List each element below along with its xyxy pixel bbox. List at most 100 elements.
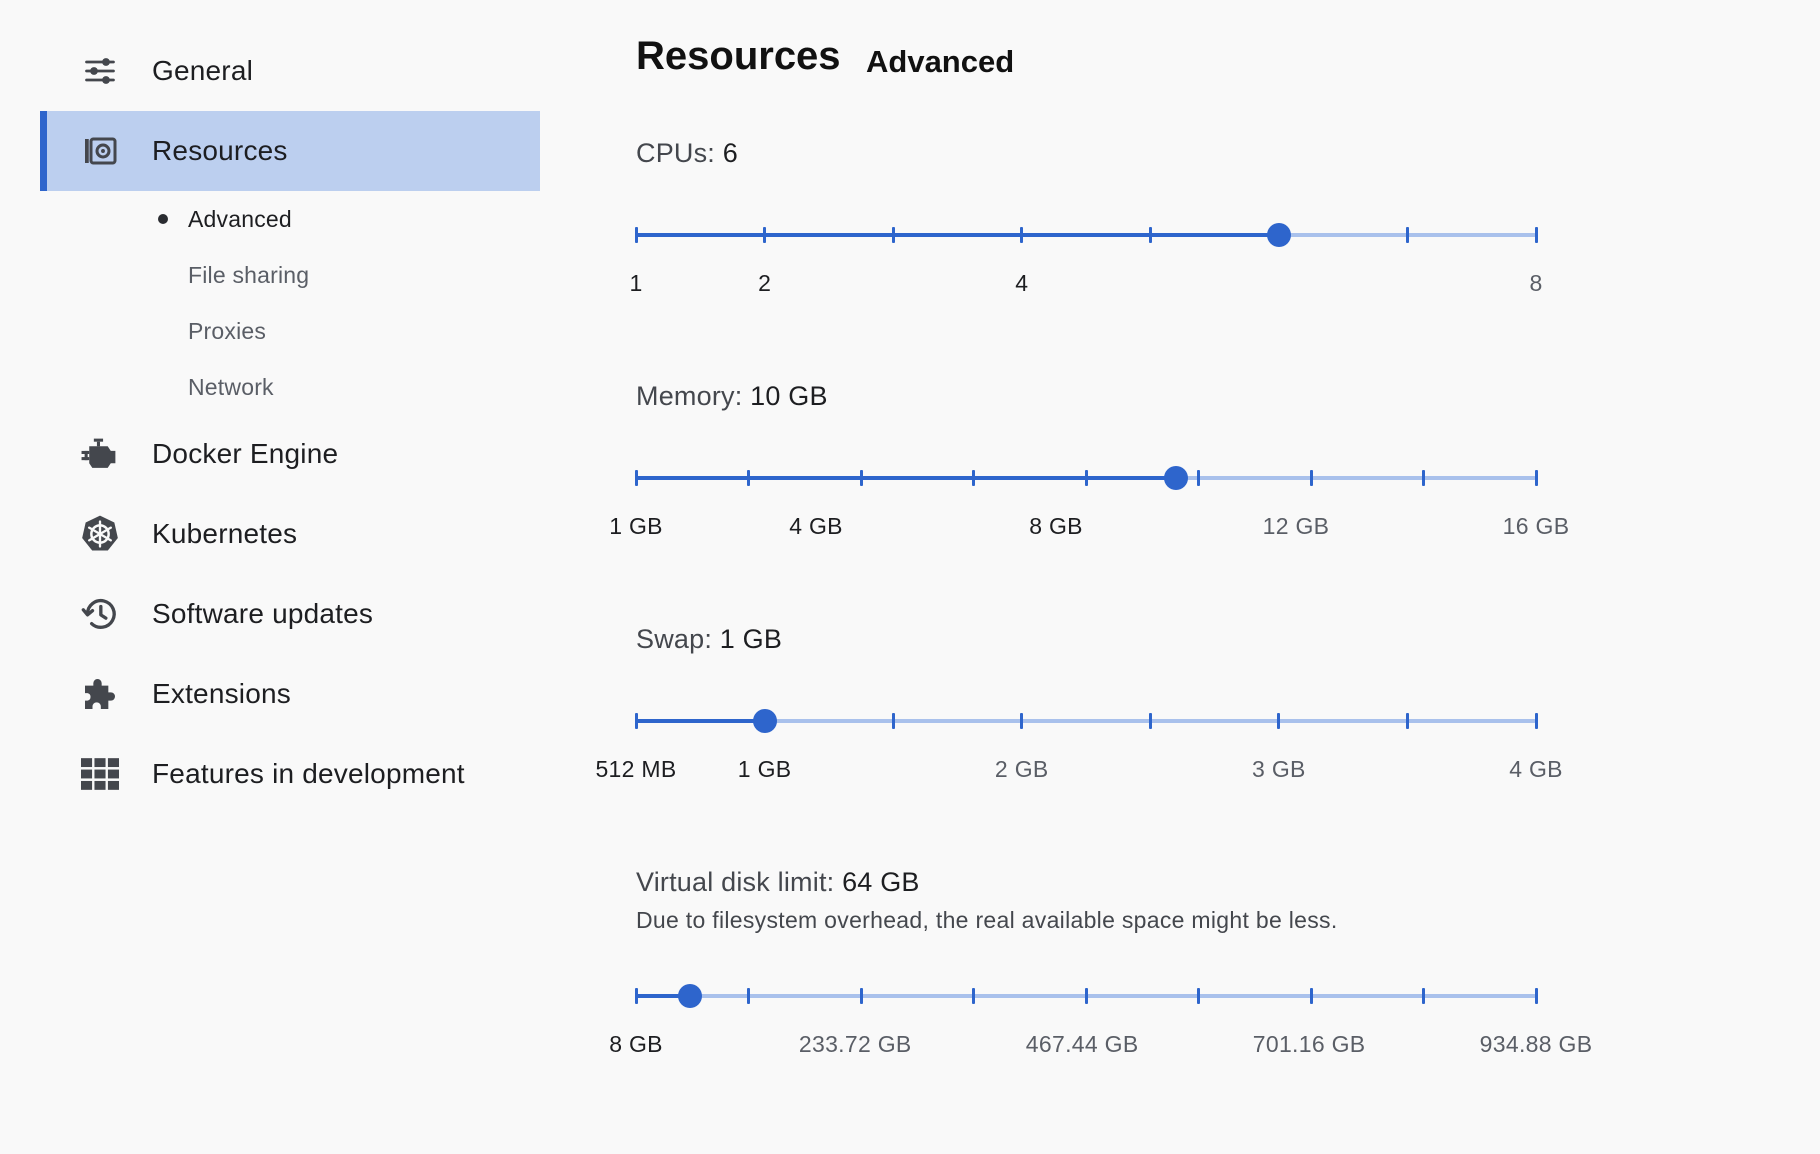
disk-label-text: Virtual disk limit: xyxy=(636,867,835,897)
swap-label-text: Swap: xyxy=(636,624,713,654)
disk-slider[interactable] xyxy=(634,977,1538,1017)
sidebar-subitem-network[interactable]: Network xyxy=(188,367,274,407)
puzzle-icon xyxy=(80,674,120,714)
slider-tick-label: 1 GB xyxy=(737,756,792,782)
slider-tick-label: 8 GB xyxy=(609,1031,663,1057)
cpus-slider[interactable] xyxy=(634,216,1538,256)
cpus-value: 6 xyxy=(722,138,738,168)
sidebar-item-resources[interactable]: Resources xyxy=(40,111,540,191)
slider-tick xyxy=(891,713,895,729)
slider-thumb[interactable] xyxy=(678,984,702,1008)
slider-tick-label: 12 GB xyxy=(1262,513,1330,539)
memory-tick-labels: 1 GB 4 GB 8 GB 12 GB 16 GB xyxy=(609,513,1569,543)
slider-tick-label: 2 xyxy=(758,270,772,296)
slider-tick-label: 8 GB xyxy=(1029,513,1083,539)
slider-tick-label: 4 GB xyxy=(1509,756,1563,782)
slider-tick xyxy=(1534,988,1538,1004)
disk-note: Due to filesystem overhead, the real ava… xyxy=(636,907,1338,933)
slider-tick xyxy=(1309,988,1313,1004)
sidebar: General Resources Advanced File sharing … xyxy=(0,0,560,1154)
memory-label-text: Memory: xyxy=(636,381,743,411)
slider-tick xyxy=(1534,227,1538,243)
resources-icon xyxy=(80,131,120,171)
slider-tick xyxy=(1020,713,1024,729)
sidebar-item-label: Resources xyxy=(152,135,288,166)
slider-tick xyxy=(1422,470,1425,486)
slider-tick xyxy=(1309,470,1313,486)
slider-tick xyxy=(859,988,863,1004)
active-subitem-bullet xyxy=(158,214,168,224)
sidebar-item-label: Docker Engine xyxy=(152,438,339,469)
memory-slider[interactable] xyxy=(634,459,1538,499)
slider-tick xyxy=(634,470,638,486)
slider-tick xyxy=(1277,713,1281,729)
sidebar-subitem-advanced[interactable]: Advanced xyxy=(188,199,292,239)
memory-label: Memory: 10 GB xyxy=(636,381,828,412)
slider-thumb[interactable] xyxy=(1164,466,1188,490)
slider-tick xyxy=(747,988,750,1004)
slider-tick xyxy=(972,470,975,486)
swap-value: 1 GB xyxy=(719,624,783,654)
sidebar-item-software-updates[interactable]: Software updates xyxy=(40,574,540,654)
sidebar-subitem-file-sharing[interactable]: File sharing xyxy=(188,255,309,295)
slider-tick xyxy=(972,988,975,1004)
slider-tick-label: 233.72 GB xyxy=(798,1031,912,1057)
slider-tick xyxy=(1084,988,1088,1004)
slider-fill xyxy=(636,476,1176,480)
slider-tick xyxy=(1534,713,1538,729)
slider-tick xyxy=(634,988,638,1004)
slider-tick xyxy=(1405,227,1409,243)
slider-tick xyxy=(891,227,895,243)
sliders-icon xyxy=(80,51,120,91)
engine-icon xyxy=(80,434,120,474)
slider-fill xyxy=(636,719,765,723)
page-subtitle: Advanced xyxy=(866,44,1015,79)
page-title: Resources xyxy=(636,34,841,78)
sidebar-item-label: Features in development xyxy=(152,758,465,789)
history-icon xyxy=(80,594,120,634)
slider-tick-label: 512 MB xyxy=(595,756,677,782)
slider-tick xyxy=(1084,470,1088,486)
slider-tick-label: 8 xyxy=(1529,270,1543,296)
sidebar-item-label: General xyxy=(152,55,254,86)
slider-tick xyxy=(747,470,750,486)
slider-tick-label: 1 xyxy=(629,270,643,296)
slider-thumb[interactable] xyxy=(752,709,777,733)
sidebar-item-label: Extensions xyxy=(152,678,291,709)
sidebar-item-extensions[interactable]: Extensions xyxy=(40,654,540,734)
slider-tick-label: 16 GB xyxy=(1502,513,1570,539)
slider-tick-label: 1 GB xyxy=(609,513,663,539)
swap-tick-labels: 512 MB 1 GB 2 GB 3 GB 4 GB xyxy=(595,756,1562,786)
disk-label: Virtual disk limit: 64 GB xyxy=(636,867,920,898)
slider-tick-label: 2 GB xyxy=(994,756,1049,782)
swap-label: Swap: 1 GB xyxy=(636,624,782,655)
disk-tick-labels: 8 GB 233.72 GB 467.44 GB 701.16 GB 934.88 GB xyxy=(609,1031,1592,1061)
slider-tick xyxy=(634,713,638,729)
slider-tick-label: 4 xyxy=(1015,270,1029,296)
slider-tick-label: 3 GB xyxy=(1252,756,1306,782)
slider-tick-label: 934.88 GB xyxy=(1479,1031,1593,1057)
cpus-tick-labels: 1 2 4 8 xyxy=(629,270,1542,300)
slider-thumb[interactable] xyxy=(1266,223,1291,247)
slider-tick xyxy=(1197,470,1200,486)
slider-tick xyxy=(1197,988,1200,1004)
sidebar-item-label: Software updates xyxy=(152,598,374,629)
slider-tick xyxy=(1020,227,1024,243)
sidebar-item-docker-engine[interactable]: Docker Engine xyxy=(40,414,540,494)
cpus-label: CPUs: 6 xyxy=(636,138,738,169)
memory-value: 10 GB xyxy=(750,381,828,411)
sidebar-item-general[interactable]: General xyxy=(40,31,540,111)
slider-tick xyxy=(1148,713,1152,729)
slider-tick xyxy=(1405,713,1409,729)
slider-tick xyxy=(1148,227,1152,243)
sidebar-item-kubernetes[interactable]: Kubernetes xyxy=(40,494,540,574)
sidebar-item-features-in-development[interactable]: Features in development xyxy=(40,734,540,814)
slider-fill xyxy=(636,233,1279,237)
sidebar-subitem-proxies[interactable]: Proxies xyxy=(188,311,266,351)
sidebar-item-label: Kubernetes xyxy=(152,518,298,549)
slider-tick xyxy=(859,470,863,486)
grid-icon xyxy=(80,754,120,794)
cpus-label-text: CPUs: xyxy=(636,138,716,168)
swap-slider[interactable] xyxy=(634,702,1538,742)
disk-value: 64 GB xyxy=(842,867,920,897)
